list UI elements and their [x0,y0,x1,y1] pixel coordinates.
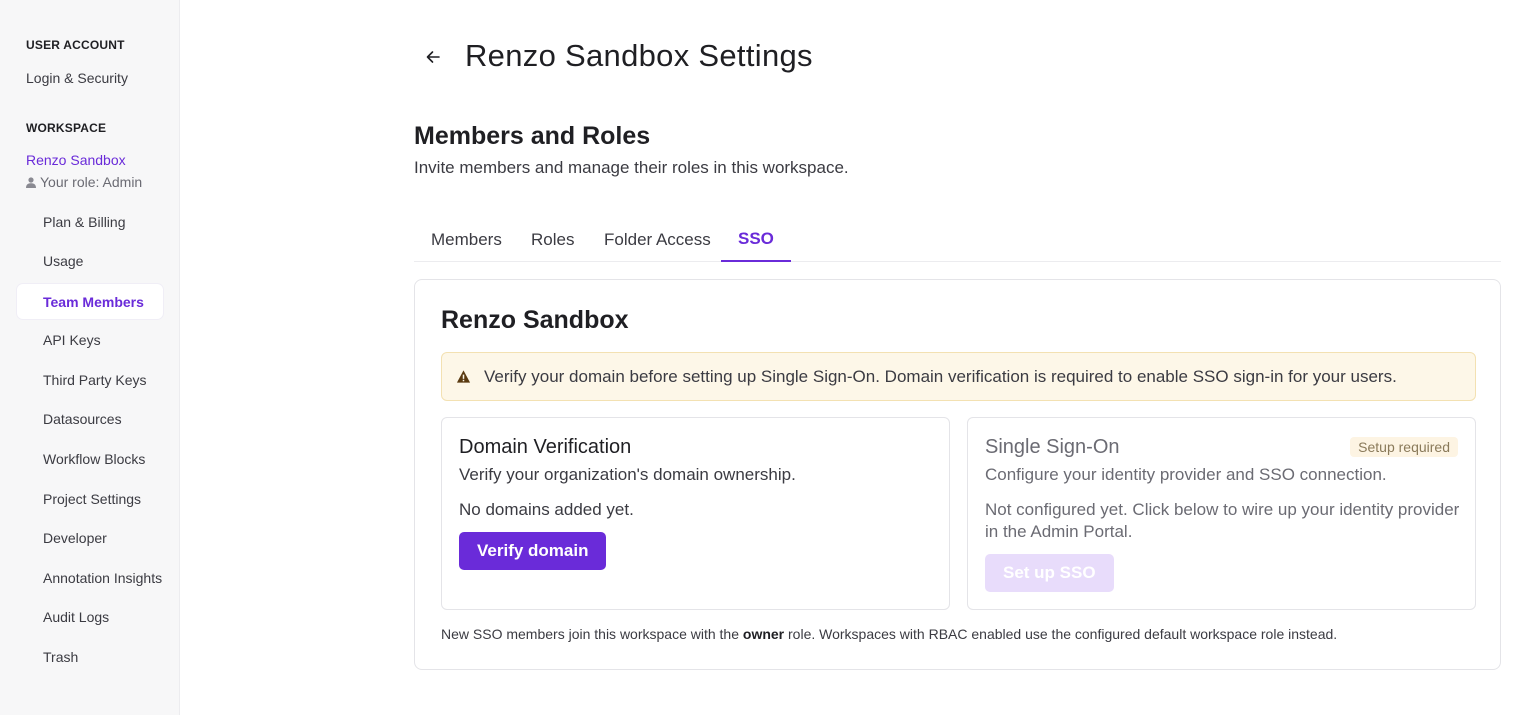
verify-domain-button[interactable]: Verify domain [459,532,607,570]
role-label: Your role: Admin [40,174,143,190]
workspace-heading: Workspace [26,121,107,135]
domains-empty-text: No domains added yet. [459,500,634,519]
sidebar-item-developer[interactable]: Developer [17,520,163,555]
tab-folder-access[interactable]: Folder Access [587,218,728,262]
sidebar-item-project-settings[interactable]: Project Settings [17,481,163,516]
single-sign-on-panel: Single Sign-On Setup required Configure … [967,417,1476,610]
sidebar-item-login-security[interactable]: Login & Security [26,70,128,86]
sidebar-item-third-party-keys[interactable]: Third Party Keys [17,362,163,397]
footnote-text-start: New SSO members join this workspace with… [441,626,739,642]
domain-verification-subtitle: Verify your organization's domain owners… [459,465,796,484]
section-subtitle: Invite members and manage their roles in… [414,158,849,177]
workspace-name-link[interactable]: Renzo Sandbox [26,152,126,168]
set-up-sso-button[interactable]: Set up SSO [985,554,1114,592]
footnote-owner-role: owner [742,626,785,642]
sso-subtitle: Configure your identity provider and SSO… [985,465,1387,484]
user-account-heading: User account [26,38,125,52]
sidebar-item-trash[interactable]: Trash [17,639,163,674]
sso-footnote: New SSO members join this workspace with… [441,626,1337,642]
sidebar-item-workflow-blocks[interactable]: Workflow Blocks [17,441,163,476]
alert-text: Verify your domain before setting up Sin… [484,366,1397,386]
role-indicator: Your role: Admin [26,174,142,190]
section-title: Members and Roles [414,122,651,150]
arrow-left-icon [426,51,440,63]
sidebar-item-plan-billing[interactable]: Plan & Billing [17,204,163,239]
settings-tabs: Members Roles Folder Access SSO [414,218,1501,262]
workspace-card-title: Renzo Sandbox [441,306,629,334]
back-button[interactable] [420,44,446,70]
tab-roles[interactable]: Roles [514,218,591,262]
tab-members[interactable]: Members [414,218,519,262]
page-title: Renzo Sandbox Settings [465,38,813,73]
sidebar-item-usage[interactable]: Usage [17,243,163,278]
domain-verification-panel: Domain Verification Verify your organiza… [441,417,950,610]
tab-sso[interactable]: SSO [721,218,791,262]
sidebar-item-datasources[interactable]: Datasources [17,401,163,436]
sso-status-text: Not configured yet. Click below to wire … [985,500,1460,541]
user-icon [26,176,36,188]
sso-card: Renzo Sandbox Verify your domain before … [414,279,1501,670]
domain-verification-title: Domain Verification [459,436,632,458]
sidebar: User account Login & Security Workspace … [0,0,180,715]
setup-required-badge: Setup required [1350,437,1458,457]
sidebar-item-audit-logs[interactable]: Audit Logs [17,599,163,634]
warning-icon [456,370,471,383]
sidebar-item-team-members[interactable]: Team Members [17,284,163,319]
footnote-text-end: role. Workspaces with RBAC enabled use t… [788,626,1338,642]
sidebar-item-annotation-insights[interactable]: Annotation Insights [17,560,163,595]
sso-title: Single Sign-On [985,436,1120,458]
domain-warning-alert: Verify your domain before setting up Sin… [441,352,1476,401]
sidebar-item-api-keys[interactable]: API Keys [17,322,163,357]
